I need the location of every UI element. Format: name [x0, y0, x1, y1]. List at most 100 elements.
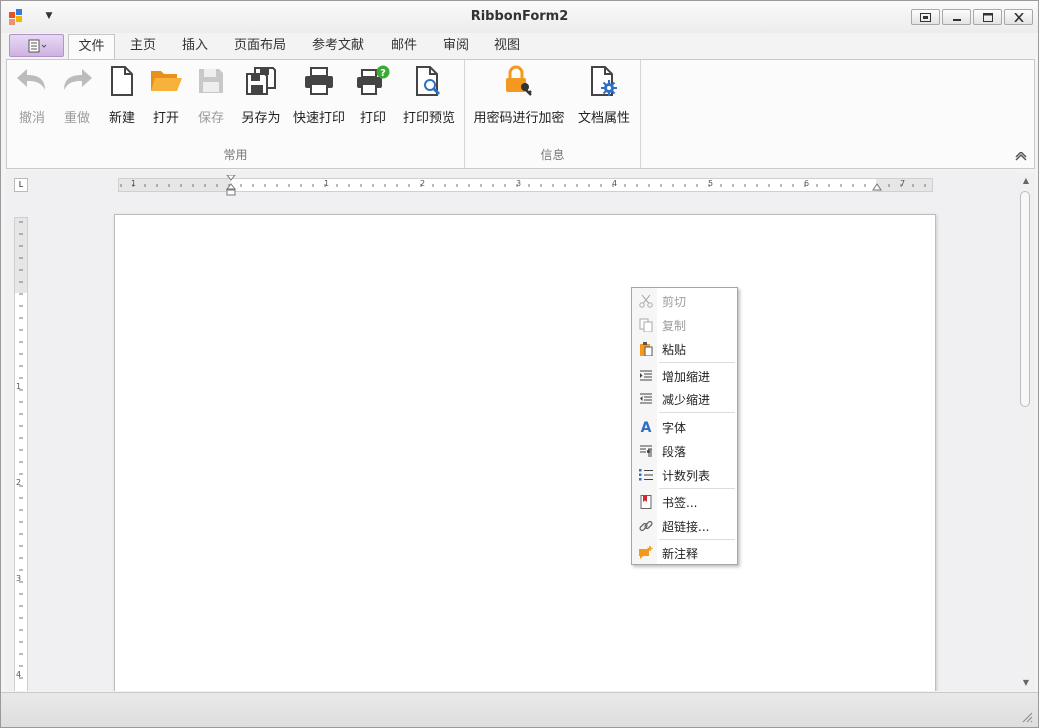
print-preview-button[interactable]: 打印预览 — [399, 64, 459, 126]
application-menu-button[interactable] — [9, 34, 64, 57]
vertical-ruler-ticks — [19, 221, 23, 679]
menu-item-paragraph[interactable]: 段落 — [633, 440, 737, 462]
context-menu: 剪切 复制 粘贴 增加缩进 减少缩进 A 字体 段落 计数列表 书签... 超链… — [631, 287, 738, 565]
menu-item-hyperlink[interactable]: 超链接... — [633, 515, 737, 537]
menu-item-decrease-indent[interactable]: 减少缩进 — [633, 388, 737, 410]
menu-item-numbered-list[interactable]: 计数列表 — [633, 464, 737, 486]
right-indent-marker[interactable] — [872, 183, 882, 193]
folder-open-icon — [149, 64, 183, 98]
ruler-number: 5 — [708, 179, 714, 188]
ribbon-tab-row: 文件 主页 插入 页面布局 参考文献 邮件 审阅 视图 — [1, 33, 1038, 60]
close-button[interactable] — [1004, 9, 1033, 25]
menu-separator — [659, 488, 735, 489]
save-button[interactable]: 保存 — [191, 64, 231, 126]
quick-print-label: 快速打印 — [292, 111, 345, 126]
encrypt-with-password-button[interactable]: 用密码进行加密 — [472, 64, 566, 126]
menu-item-copy[interactable]: 复制 — [633, 314, 737, 336]
tab-references[interactable]: 参考文献 — [305, 37, 371, 59]
group-common: 撤消 重做 新建 打开 保存 另存为 快速打印 ? 打印 打印预览 常用 — [7, 60, 465, 168]
floppy-save-icon — [194, 64, 228, 98]
main-window: ▼ RibbonForm2 文件 主页 插入 页面布局 参考文献 邮件 审阅 视… — [0, 0, 1039, 728]
tab-file[interactable]: 文件 — [68, 34, 115, 60]
print-button[interactable]: ? 打印 — [353, 64, 393, 126]
undo-label: 撤消 — [18, 111, 45, 126]
status-bar — [1, 692, 1038, 727]
maximize-button[interactable] — [973, 9, 1002, 25]
ruler-number: 3 — [516, 179, 522, 188]
new-document-button[interactable]: 新建 — [102, 64, 142, 126]
menu-item-paste[interactable]: 粘贴 — [633, 338, 737, 360]
ruler-number: 1 — [324, 179, 330, 188]
undo-arrow-icon — [15, 64, 49, 98]
menu-separator — [659, 539, 735, 540]
ruler-number: 7 — [900, 179, 906, 188]
menu-label-increase-indent: 增加缩进 — [662, 370, 711, 384]
ruler-number: 6 — [804, 179, 810, 188]
document-work-area: L 1 1 2 3 4 5 6 7 1 2 3 4 — [6, 171, 1017, 691]
numbered-list-icon — [638, 467, 654, 483]
svg-text:A: A — [641, 420, 652, 434]
paragraph-icon — [638, 443, 654, 459]
menu-label-cut: 剪切 — [662, 295, 687, 309]
tab-view[interactable]: 视图 — [485, 37, 529, 59]
minimize-button[interactable] — [942, 9, 971, 25]
menu-item-new-comment[interactable]: 新注释 — [633, 542, 737, 564]
encrypt-label: 用密码进行加密 — [473, 111, 565, 126]
tab-review[interactable]: 审阅 — [434, 37, 478, 59]
menu-label-decrease-indent: 减少缩进 — [662, 393, 711, 407]
menu-label-hyperlink: 超链接... — [662, 520, 710, 534]
horizontal-ruler-ticks — [120, 184, 926, 187]
window-controls — [911, 9, 1033, 25]
hyperlink-icon — [638, 518, 654, 534]
collapse-ribbon-icon[interactable] — [1014, 150, 1028, 162]
tab-home[interactable]: 主页 — [121, 37, 165, 59]
undo-button[interactable]: 撤消 — [12, 64, 52, 126]
tab-insert[interactable]: 插入 — [173, 37, 217, 59]
document-page[interactable] — [114, 214, 936, 691]
font-icon: A — [638, 419, 654, 435]
save-as-label: 另存为 — [241, 111, 281, 126]
left-indent-marker[interactable] — [226, 175, 236, 197]
redo-label: 重做 — [63, 111, 90, 126]
resize-grip-icon[interactable] — [1021, 711, 1033, 723]
menu-item-cut[interactable]: 剪切 — [633, 290, 737, 312]
tab-mailings[interactable]: 邮件 — [382, 37, 426, 59]
menu-item-font[interactable]: A 字体 — [633, 416, 737, 438]
ribbon-panel: 撤消 重做 新建 打开 保存 另存为 快速打印 ? 打印 打印预览 常用 用密码… — [6, 59, 1035, 169]
redo-arrow-icon — [60, 64, 94, 98]
document-settings-icon — [587, 64, 621, 98]
menu-label-font: 字体 — [662, 421, 687, 435]
quick-print-button[interactable]: 快速打印 — [291, 64, 347, 126]
ruler-number: 2 — [420, 179, 426, 188]
tab-page-layout[interactable]: 页面布局 — [227, 37, 293, 59]
save-as-button[interactable]: 另存为 — [236, 64, 286, 126]
vertical-ruler[interactable]: 1 2 3 4 — [14, 217, 28, 691]
new-document-icon — [105, 64, 139, 98]
scroll-up-icon[interactable]: ▲ — [1017, 173, 1035, 189]
save-label: 保存 — [197, 111, 224, 126]
decrease-indent-icon — [638, 391, 654, 407]
menu-label-new-comment: 新注释 — [662, 547, 699, 561]
lock-key-icon — [502, 64, 536, 98]
open-button[interactable]: 打开 — [146, 64, 186, 126]
comment-icon — [638, 545, 654, 561]
horizontal-ruler[interactable]: 1 1 2 3 4 5 6 7 — [118, 175, 933, 196]
menu-label-copy: 复制 — [662, 319, 687, 333]
tab-stop-selector[interactable]: L — [14, 178, 28, 192]
save-as-icon — [244, 64, 278, 98]
fullscreen-button[interactable] — [911, 9, 940, 25]
menu-item-increase-indent[interactable]: 增加缩进 — [633, 365, 737, 387]
menu-separator — [659, 412, 735, 413]
scroll-down-icon[interactable]: ▼ — [1017, 675, 1035, 691]
doc-props-label: 文档属性 — [577, 111, 630, 126]
group-label-common: 常用 — [223, 148, 248, 162]
menu-label-bookmark: 书签... — [662, 496, 698, 510]
scrollbar-thumb[interactable] — [1020, 191, 1030, 407]
document-properties-button[interactable]: 文档属性 — [575, 64, 633, 126]
vertical-scrollbar[interactable]: ▲ ▼ — [1017, 173, 1035, 691]
menu-item-bookmark[interactable]: 书签... — [633, 491, 737, 513]
svg-text:?: ? — [380, 68, 386, 79]
redo-button[interactable]: 重做 — [57, 64, 97, 126]
menu-label-numbered-list: 计数列表 — [662, 469, 711, 483]
paste-icon — [638, 341, 654, 357]
